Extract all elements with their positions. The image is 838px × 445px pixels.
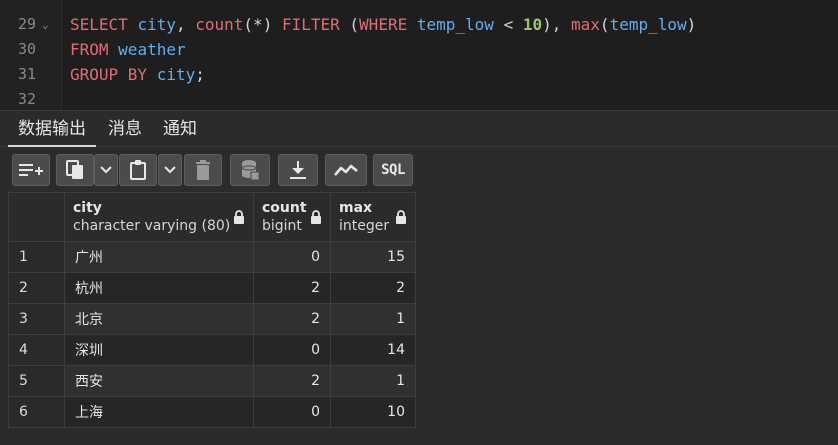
cell-max[interactable]: 10 (330, 396, 416, 428)
paste-icon (130, 160, 146, 180)
table-row[interactable]: 5 西安 2 1 (8, 365, 416, 397)
code-line: 33 (0, 87, 838, 110)
column-header-count[interactable]: count bigint (253, 192, 331, 242)
column-header-max[interactable]: max integer (330, 192, 416, 242)
download-button[interactable] (278, 154, 318, 186)
sql-label: SQL (381, 162, 405, 178)
code-text: GROUP BY city; (70, 65, 205, 84)
lock-icon (396, 210, 406, 224)
copy-options-button[interactable] (94, 154, 118, 186)
delete-button[interactable] (184, 154, 222, 186)
cell-max[interactable]: 1 (330, 365, 416, 397)
tab-data-output[interactable]: 数据输出 (8, 111, 96, 147)
cell-max[interactable]: 1 (330, 303, 416, 335)
cell-count[interactable]: 2 (253, 272, 331, 304)
cell-city[interactable]: 西安 (64, 365, 254, 397)
save-data-icon (241, 160, 259, 181)
delete-icon (196, 160, 210, 180)
row-number[interactable]: 3 (8, 303, 65, 335)
fold-chevron-icon[interactable]: ⌄ (42, 12, 49, 37)
paste-options-button[interactable] (158, 154, 182, 186)
row-number[interactable]: 6 (8, 396, 65, 428)
copy-button[interactable] (56, 154, 94, 186)
code-line: 32 GROUP BY city; (0, 62, 838, 108)
cell-max[interactable]: 15 (330, 241, 416, 273)
sql-button[interactable]: SQL (373, 154, 413, 186)
row-number[interactable]: 4 (8, 334, 65, 366)
chevron-down-icon (164, 166, 176, 174)
cell-count[interactable]: 0 (253, 241, 331, 273)
cell-city[interactable]: 北京 (64, 303, 254, 335)
cell-city[interactable]: 深圳 (64, 334, 254, 366)
add-row-button[interactable] (12, 154, 50, 186)
cell-count[interactable]: 0 (253, 396, 331, 428)
graph-visualiser-button[interactable] (325, 154, 367, 186)
table-row[interactable]: 6 上海 0 10 (8, 396, 416, 428)
code-line: 29 (0, 0, 838, 33)
tab-messages[interactable]: 消息 (98, 111, 152, 147)
table-row[interactable]: 3 北京 2 1 (8, 303, 416, 335)
column-header-city[interactable]: city character varying (80) (64, 192, 254, 242)
graph-icon (334, 164, 358, 176)
row-number-header (8, 192, 65, 242)
cell-city[interactable]: 广州 (64, 241, 254, 273)
code-text: SELECT city, count(*) FILTER (WHERE temp… (70, 15, 697, 34)
table-row[interactable]: 1 广州 0 15 (8, 241, 416, 273)
row-number[interactable]: 1 (8, 241, 65, 273)
row-number[interactable]: 2 (8, 272, 65, 304)
chevron-down-icon (100, 166, 112, 174)
table-row[interactable]: 4 深圳 0 14 (8, 334, 416, 366)
code-line: 30 ⌄ SELECT city, count(*) FILTER (WHERE… (0, 12, 838, 58)
row-number[interactable]: 5 (8, 365, 65, 397)
cell-city[interactable]: 杭州 (64, 272, 254, 304)
lock-icon (234, 210, 244, 224)
cell-count[interactable]: 2 (253, 365, 331, 397)
data-grid: city character varying (80) count bigint… (8, 192, 416, 428)
results-tabs: 数据输出 消息 通知 (0, 110, 838, 147)
download-icon (290, 161, 306, 179)
save-data-button[interactable] (230, 154, 270, 186)
cell-city[interactable]: 上海 (64, 396, 254, 428)
lock-icon (311, 210, 321, 224)
code-text: FROM weather (70, 40, 186, 59)
copy-icon (66, 160, 83, 179)
paste-button[interactable] (119, 154, 157, 186)
results-toolbar: SQL (0, 148, 838, 192)
code-line: 31 FROM weather (0, 37, 838, 83)
sql-editor[interactable]: 29 30 ⌄ SELECT city, count(*) FILTER (WH… (0, 0, 838, 110)
cell-max[interactable]: 14 (330, 334, 416, 366)
table-row[interactable]: 2 杭州 2 2 (8, 272, 416, 304)
cell-count[interactable]: 0 (253, 334, 331, 366)
cell-max[interactable]: 2 (330, 272, 416, 304)
results-panel: 数据输出 消息 通知 SQL city character varying (8… (0, 110, 838, 445)
cell-count[interactable]: 2 (253, 303, 331, 335)
tab-notifications[interactable]: 通知 (153, 111, 207, 147)
add-row-icon (19, 164, 43, 176)
